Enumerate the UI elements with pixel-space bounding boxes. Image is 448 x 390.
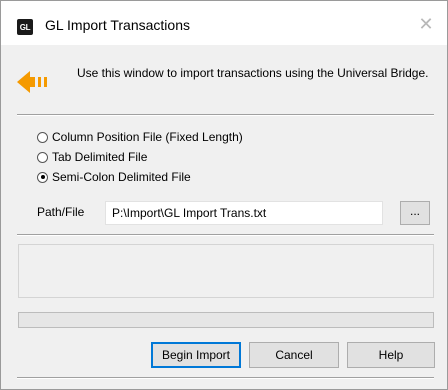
path-file-label: Path/File (37, 205, 85, 219)
bottom-divider (17, 377, 434, 379)
begin-import-button[interactable]: Begin Import (151, 342, 241, 368)
radio-label: Column Position File (Fixed Length) (52, 130, 243, 144)
arrow-left-icon (17, 71, 47, 93)
radio-option-semicolon-delimited[interactable]: Semi-Colon Delimited File (37, 168, 191, 186)
path-file-input[interactable]: P:\Import\GL Import Trans.txt (105, 201, 383, 225)
help-button[interactable]: Help (347, 342, 435, 368)
radio-option-tab-delimited[interactable]: Tab Delimited File (37, 148, 147, 166)
message-panel (18, 244, 434, 298)
info-section: Use this window to import transactions u… (1, 45, 447, 113)
radio-button[interactable] (37, 131, 48, 143)
browse-button[interactable]: ... (400, 201, 430, 225)
title-bar: GL GL Import Transactions ✕ (1, 1, 447, 45)
progress-bar (18, 312, 434, 328)
close-icon[interactable]: ✕ (415, 13, 437, 35)
radio-button[interactable] (37, 151, 48, 163)
radio-label: Tab Delimited File (52, 150, 148, 164)
gl-import-window: GL GL Import Transactions ✕ Use this win… (0, 0, 448, 390)
radio-button-selected[interactable] (37, 171, 48, 183)
radio-option-column-position[interactable]: Column Position File (Fixed Length) (37, 128, 243, 146)
window-title: GL Import Transactions (45, 17, 190, 33)
radio-label: Semi-Colon Delimited File (52, 170, 191, 184)
info-text: Use this window to import transactions u… (77, 66, 429, 80)
gl-app-icon: GL (17, 19, 33, 35)
middle-divider (17, 234, 434, 236)
cancel-button[interactable]: Cancel (249, 342, 339, 368)
top-divider (17, 114, 434, 116)
